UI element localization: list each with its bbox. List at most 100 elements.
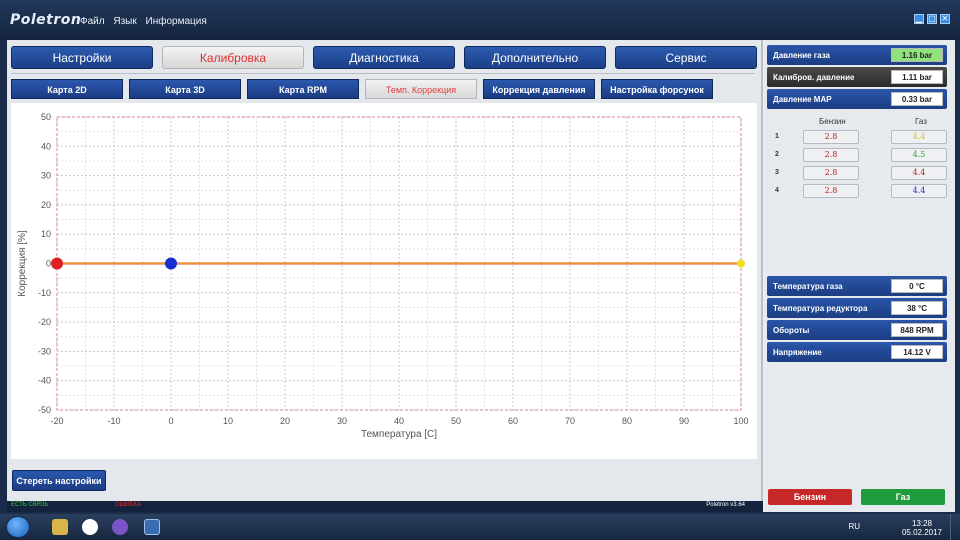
sub-tabs: Карта 2D Карта 3D Карта RPM Темп. Коррек…: [11, 79, 713, 99]
taskbar: RU 13:28 05.02.2017: [0, 514, 960, 540]
title-bar: Poletron Файл Язык Информация ▁ ▢ ✕: [0, 0, 960, 40]
erase-settings-button[interactable]: Стереть настройки: [12, 470, 106, 491]
y-tick-label: -40: [38, 376, 51, 386]
y-tick-label: -30: [38, 346, 51, 356]
gas-injection-time: 4.4: [891, 184, 947, 198]
menu-file[interactable]: Файл: [80, 16, 105, 27]
calibration-pressure-label: Калибров. давление: [773, 73, 855, 82]
map-pressure-panel: Давление MAP 0.33 bar: [767, 89, 947, 109]
calibration-pressure-panel: Калибров. давление 1.11 bar: [767, 67, 947, 87]
petrol-injection-time: 2.8: [803, 184, 859, 198]
app-logo: Poletron: [10, 12, 82, 28]
subtab-map-2d[interactable]: Карта 2D: [11, 79, 123, 99]
x-tick-label: 30: [337, 416, 347, 426]
y-tick-label: 30: [41, 171, 51, 181]
close-button[interactable]: ✕: [940, 14, 950, 24]
calibration-point: [165, 257, 177, 270]
minimize-button[interactable]: ▁: [914, 14, 924, 24]
gas-pressure-value: 1.16 bar: [891, 48, 943, 62]
subtab-temp-correction[interactable]: Темп. Коррекция: [365, 79, 477, 99]
reducer-temperature-value: 38 °C: [891, 301, 943, 315]
x-tick-label: 0: [168, 416, 173, 426]
y-tick-label: 20: [41, 200, 51, 210]
status-bar: ЕСТЬ СВЯЗЬ ОШИБКА Poletron v3.64: [7, 501, 763, 512]
tab-diagnostics[interactable]: Диагностика: [313, 46, 455, 69]
reducer-temperature-panel: Температура редуктора 38 °C: [767, 298, 947, 318]
subtab-map-3d[interactable]: Карта 3D: [129, 79, 241, 99]
tab-settings[interactable]: Настройки: [11, 46, 153, 69]
x-tick-label: -20: [50, 416, 63, 426]
petrol-button[interactable]: Бензин: [768, 489, 852, 505]
injector-number: 3: [775, 169, 779, 176]
y-tick-label: 50: [41, 112, 51, 122]
connection-status: ЕСТЬ СВЯЗЬ: [11, 502, 49, 508]
temp-correction-chart[interactable]: 50403020100-10-20-30-40-50 -20 -10 0 10 20 30…: [11, 103, 757, 459]
gas-temperature-label: Температура газа: [773, 282, 843, 291]
divider: [11, 73, 755, 74]
y-tick-label: -50: [38, 405, 51, 415]
y-tick-label: 10: [41, 229, 51, 239]
gas-temperature-value: 0 °C: [891, 279, 943, 293]
x-tick-label: 50: [451, 416, 461, 426]
map-pressure-label: Давление MAP: [773, 95, 832, 104]
tab-service[interactable]: Сервис: [615, 46, 757, 69]
subtab-pressure-correction[interactable]: Коррекция давления: [483, 79, 595, 99]
gas-header: Газ: [915, 117, 927, 126]
gas-injection-time: 4.5: [891, 148, 947, 162]
start-button[interactable]: [6, 516, 30, 538]
gas-pressure-panel: Давление газа 1.16 bar: [767, 45, 947, 65]
clock-time: 13:28: [911, 519, 932, 528]
viber-icon[interactable]: [112, 519, 128, 535]
x-tick-labels: -20 -10 0 10 20 30 40 50 60 70 80 90 100: [50, 416, 748, 426]
maximize-button[interactable]: ▢: [927, 14, 937, 24]
rpm-panel: Обороты 848 RPM: [767, 320, 947, 340]
poletron-app-icon[interactable]: [144, 519, 160, 535]
petrol-injection-time: 2.8: [803, 130, 859, 144]
clock[interactable]: 13:28 05.02.2017: [902, 519, 942, 537]
y-tick-label: 0: [46, 259, 51, 269]
injector-number: 2: [775, 151, 779, 158]
calibration-pressure-value: 1.11 bar: [891, 70, 943, 84]
y-tick-label: -10: [38, 288, 51, 298]
show-desktop-button[interactable]: [950, 514, 960, 540]
calibration-point: [737, 259, 745, 268]
y-tick-label: -20: [38, 317, 51, 327]
app-body: Настройки Калибровка Диагностика Дополни…: [7, 40, 955, 512]
chart-area: 50 40 30 20 10 0 -10 -20 -30 -40 -50 -20 -10 0 10 20 30…: [11, 103, 757, 459]
gas-pressure-label: Давление газа: [773, 51, 831, 60]
x-tick-label: 40: [394, 416, 404, 426]
menu-language[interactable]: Язык: [113, 16, 136, 27]
subtab-injector-settings[interactable]: Настройка форсунок: [601, 79, 713, 99]
petrol-injection-time: 2.8: [803, 166, 859, 180]
subtab-map-rpm[interactable]: Карта RPM: [247, 79, 359, 99]
gas-injection-time: 4.4: [891, 130, 947, 144]
reducer-temperature-label: Температура редуктора: [773, 304, 868, 313]
x-tick-label: -10: [107, 416, 120, 426]
version-label: Poletron v3.64: [706, 502, 745, 508]
clock-date: 05.02.2017: [901, 528, 942, 537]
voltage-label: Напряжение: [773, 348, 822, 357]
map-pressure-value: 0.33 bar: [891, 92, 943, 106]
x-axis-label: Температура [C]: [361, 429, 437, 440]
language-indicator[interactable]: RU: [848, 522, 860, 531]
folder-icon[interactable]: [52, 519, 68, 535]
gas-temperature-panel: Температура газа 0 °C: [767, 276, 947, 296]
y-tick-labels: 50 40 30 20 10 0 -10 -20 -30 -40 -50: [38, 112, 51, 415]
gas-injection-time: 4.4: [891, 166, 947, 180]
error-status: ОШИБКА: [115, 502, 141, 508]
x-tick-label: 70: [565, 416, 575, 426]
x-tick-label: 80: [622, 416, 632, 426]
rpm-label: Обороты: [773, 326, 810, 335]
x-tick-label: 90: [679, 416, 689, 426]
tab-additional[interactable]: Дополнительно: [464, 46, 606, 69]
main-pane: Настройки Калибровка Диагностика Дополни…: [7, 40, 763, 512]
gas-button[interactable]: Газ: [861, 489, 945, 505]
tab-calibration[interactable]: Калибровка: [162, 46, 304, 69]
injector-number: 4: [775, 187, 779, 194]
yandex-browser-icon[interactable]: [82, 519, 98, 535]
petrol-header: Бензин: [819, 117, 846, 126]
x-tick-label: 100: [733, 416, 748, 426]
menu-info[interactable]: Информация: [146, 16, 207, 27]
x-tick-label: 60: [508, 416, 518, 426]
sensor-pane: Давление газа 1.16 bar Калибров. давлени…: [765, 40, 955, 512]
